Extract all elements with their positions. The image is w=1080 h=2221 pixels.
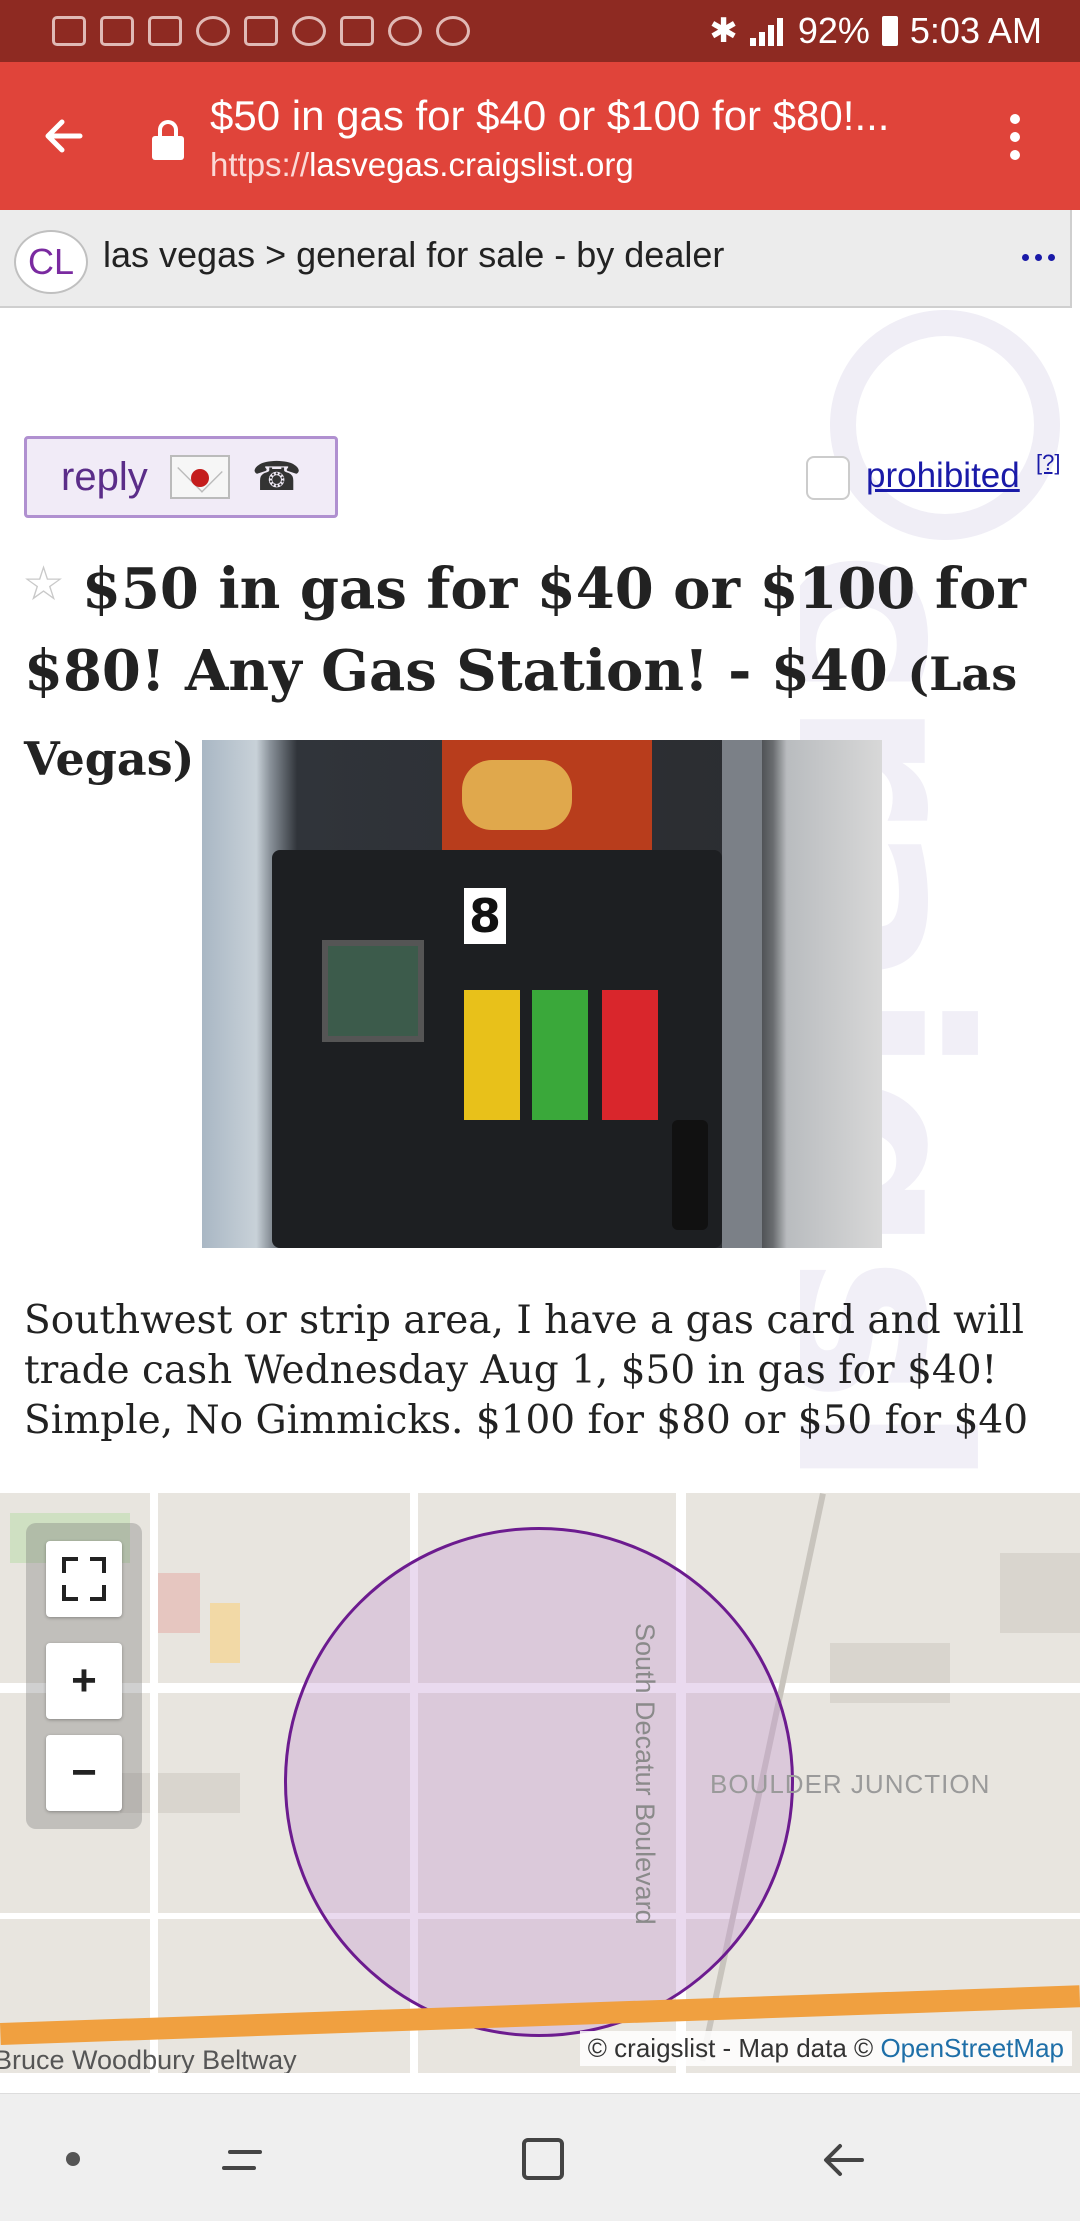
- map-controls: + −: [26, 1523, 142, 1829]
- recent-apps-icon[interactable]: [222, 2142, 264, 2178]
- breadcrumb[interactable]: las vegas > general for sale - by dealer: [103, 234, 724, 276]
- battery-icon: [881, 16, 898, 46]
- back-arrow-icon[interactable]: [40, 112, 88, 160]
- browser-address-bar: $50 in gas for $40 or $100 for $80!... h…: [0, 62, 1080, 210]
- photo-pump-screen: [322, 940, 424, 1042]
- map[interactable]: South Decatur Boulevard BOULDER JUNCTION…: [0, 1493, 1080, 2073]
- voicemail-icon: [436, 16, 470, 46]
- posting-title-text: $50 in gas for $40 or $100 for $80! Any …: [24, 556, 1026, 704]
- fullscreen-icon: [62, 1557, 106, 1601]
- photo-grade-button: [464, 990, 520, 1120]
- home-icon[interactable]: [522, 2138, 564, 2180]
- page-title[interactable]: $50 in gas for $40 or $100 for $80!...: [210, 92, 950, 140]
- fullscreen-button[interactable]: [46, 1541, 122, 1617]
- photo-grade-button: [532, 990, 588, 1120]
- page-url[interactable]: https://lasvegas.craigslist.org: [210, 146, 634, 184]
- app-icon: [340, 16, 374, 46]
- map-attribution: © craigslist - Map data © OpenStreetMap: [579, 2031, 1072, 2066]
- photo-pump-number: 8: [464, 888, 506, 944]
- lock-icon: [152, 120, 184, 160]
- battery-percent: 92%: [797, 10, 870, 51]
- beltway-label: Bruce Woodbury Beltway: [0, 2045, 297, 2073]
- craigslist-logo[interactable]: CL: [14, 230, 88, 294]
- breadcrumb-bar: CL las vegas > general for sale - by dea…: [0, 210, 1072, 308]
- url-host: lasvegas.craigslist.org: [309, 146, 634, 183]
- posting-photo[interactable]: 8: [202, 740, 882, 1248]
- photo-pole: [722, 740, 762, 1248]
- prohibited-checkbox[interactable]: [806, 456, 850, 500]
- system-nav-bar: [0, 2093, 1080, 2221]
- zoom-in-button[interactable]: +: [46, 1643, 122, 1719]
- email-icon: [148, 16, 182, 46]
- gmail-icon: [52, 16, 86, 46]
- clock: 5:03 AM: [909, 10, 1042, 51]
- zoom-out-button[interactable]: −: [46, 1735, 122, 1811]
- photo-grade-button: [602, 990, 658, 1120]
- attribution-text: © craigslist - Map data ©: [587, 2033, 874, 2063]
- street-label: South Decatur Boulevard: [630, 1623, 660, 1925]
- photo-sign: [442, 740, 652, 850]
- menu-kebab-icon[interactable]: [1010, 114, 1022, 162]
- phone-icon: ☎: [251, 455, 302, 499]
- photo-nozzle: [672, 1120, 708, 1230]
- openstreetmap-link[interactable]: OpenStreetMap: [880, 2033, 1064, 2063]
- account-icon: [292, 16, 326, 46]
- peace-logo-icon: [830, 310, 1060, 540]
- wrench-icon: [244, 16, 278, 46]
- prohibited-help-link[interactable]: [?]: [1036, 450, 1060, 476]
- area-label: BOULDER JUNCTION: [710, 1769, 991, 1799]
- vpn-lock-icon: [388, 16, 422, 46]
- mail-icon: [169, 455, 230, 499]
- reply-label: reply: [61, 454, 148, 499]
- email-icon: [100, 16, 134, 46]
- reply-button[interactable]: reply ☎: [24, 436, 338, 518]
- bluetooth-icon: ✱: [709, 12, 738, 50]
- signal-icon: [749, 16, 786, 46]
- notification-icons: [0, 16, 470, 46]
- posting-body: Southwest or strip area, I have a gas ca…: [24, 1298, 1029, 1443]
- more-icon[interactable]: [1022, 254, 1056, 264]
- app-icon: [196, 16, 230, 46]
- nav-dot-icon[interactable]: [66, 2152, 80, 2166]
- back-icon[interactable]: [822, 2140, 866, 2180]
- status-bar: ✱ 92% 5:03 AM: [0, 0, 1080, 62]
- prohibited-link[interactable]: prohibited: [866, 456, 1020, 496]
- url-scheme: https://: [210, 146, 310, 183]
